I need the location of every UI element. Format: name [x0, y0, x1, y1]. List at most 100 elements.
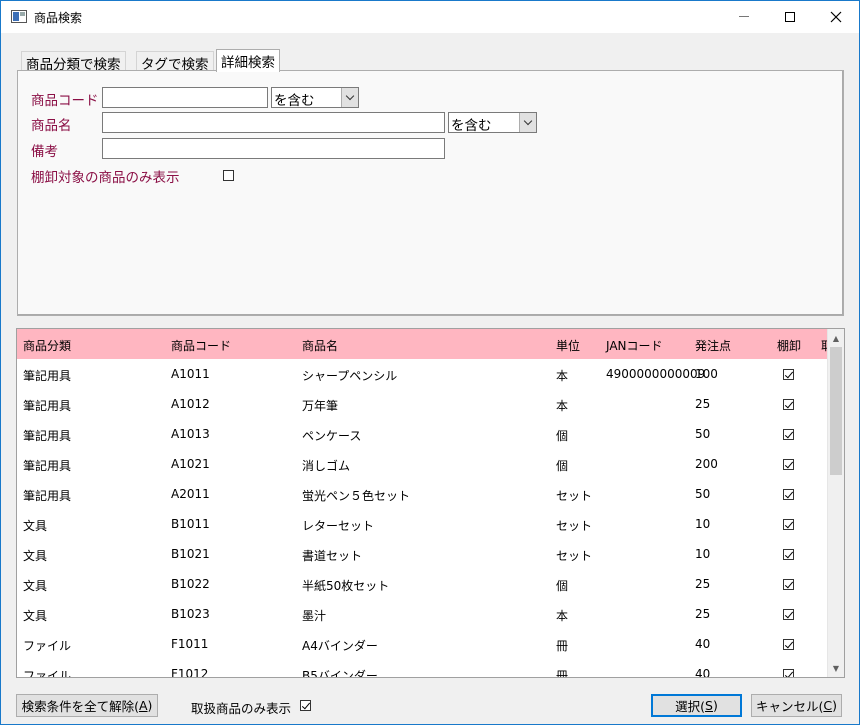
clear-conditions-button[interactable]: 検索条件を全て解除(A): [16, 694, 158, 717]
product-name-match-dropdown[interactable]: [519, 113, 536, 132]
handled-only-checkbox[interactable]: [300, 700, 311, 711]
cell-order-point: 40: [695, 637, 711, 651]
column-header-category[interactable]: 商品分類: [23, 337, 71, 354]
cell-inventory-checkbox[interactable]: [783, 369, 794, 380]
cell-inventory-checkbox[interactable]: [783, 639, 794, 650]
product-name-input[interactable]: [102, 112, 445, 133]
cell-name: 半紙50枚セット: [302, 579, 390, 593]
window-title: 商品検索: [34, 11, 83, 25]
cell-category: 筆記用具: [23, 369, 72, 383]
cell-order-point: 50: [695, 487, 711, 501]
product-name-label: 商品名: [31, 118, 72, 134]
cell-name: 消しゴム: [302, 459, 351, 473]
cell-inventory-checkbox[interactable]: [783, 609, 794, 620]
title-bar: 商品検索: [1, 1, 859, 33]
cell-code: A1012: [171, 397, 210, 411]
cell-order-point: 10: [695, 517, 711, 531]
cell-inventory-checkbox[interactable]: [783, 519, 794, 530]
scrollbar-thumb[interactable]: [830, 347, 842, 475]
minimize-icon: [739, 16, 749, 17]
product-code-input[interactable]: [102, 87, 268, 108]
cell-inventory-checkbox[interactable]: [783, 669, 794, 677]
product-code-match-select[interactable]: を含む: [271, 87, 359, 109]
cell-code: A2011: [171, 487, 210, 501]
cell-inventory-checkbox[interactable]: [783, 549, 794, 560]
detail-search-panel: 商品コード を含む 商品名 を含む 備考 棚卸対象の商品のみ表示: [17, 70, 844, 316]
table-row[interactable]: 文具 B1023 墨汁 本 25: [17, 599, 829, 629]
chevron-down-icon: [345, 91, 355, 101]
cell-name: 墨汁: [302, 609, 327, 623]
table-row[interactable]: 筆記用具 A1013 ペンケース 個 50: [17, 419, 829, 449]
chevron-down-icon: [523, 116, 533, 126]
column-header-unit[interactable]: 単位: [556, 337, 580, 354]
cell-code: B1011: [171, 517, 210, 531]
cell-inventory-checkbox[interactable]: [783, 399, 794, 410]
table-row[interactable]: 文具 B1022 半紙50枚セット 個 25: [17, 569, 829, 599]
cell-order-point: 25: [695, 577, 711, 591]
table-row[interactable]: ファイル F1011 A4バインダー 冊 40: [17, 629, 829, 659]
cell-unit: 冊: [556, 639, 569, 653]
cell-name: 書道セット: [302, 549, 363, 563]
cancel-key: C: [823, 698, 833, 713]
close-button[interactable]: [813, 1, 859, 32]
table-row[interactable]: 文具 B1021 書道セット セット 10: [17, 539, 829, 569]
maximize-icon: [785, 11, 795, 22]
clear-conditions-label: 検索条件を全て解除(: [21, 699, 139, 714]
table-row[interactable]: 文具 B1011 レターセット セット 10: [17, 509, 829, 539]
column-header-code[interactable]: 商品コード: [171, 337, 231, 354]
tab-tag-search[interactable]: タグで検索: [136, 51, 214, 73]
table-row[interactable]: 筆記用具 A1012 万年筆 本 25: [17, 389, 829, 419]
minimize-button[interactable]: [721, 1, 767, 32]
cell-unit: セット: [556, 489, 593, 503]
product-code-match-value: を含む: [274, 93, 315, 109]
cell-category: 文具: [23, 519, 48, 533]
cell-unit: セット: [556, 519, 593, 533]
select-key: S: [705, 698, 713, 713]
cell-unit: 個: [556, 579, 569, 593]
table-row[interactable]: 筆記用具 A1011 シャープペンシル 本 4900000000009 100: [17, 359, 829, 389]
product-name-match-select[interactable]: を含む: [448, 112, 537, 134]
inventory-only-label: 棚卸対象の商品のみ表示: [31, 170, 180, 186]
scroll-down-arrow-icon[interactable]: ▼: [828, 660, 844, 676]
clear-conditions-key: A: [138, 698, 148, 713]
cell-unit: 冊: [556, 669, 569, 678]
close-icon: [830, 11, 842, 22]
tab-category-search[interactable]: 商品分類で検索: [21, 51, 126, 73]
cancel-close: ): [832, 698, 837, 713]
column-header-order-point[interactable]: 発注点: [695, 337, 731, 354]
cell-order-point: 40: [695, 667, 711, 678]
cell-category: 筆記用具: [23, 459, 72, 473]
inventory-only-checkbox[interactable]: [223, 170, 234, 181]
column-header-inventory[interactable]: 棚卸: [777, 337, 801, 354]
cell-code: F1011: [171, 637, 209, 651]
cell-category: 文具: [23, 549, 48, 563]
cell-inventory-checkbox[interactable]: [783, 429, 794, 440]
cell-order-point: 200: [695, 457, 718, 471]
table-row[interactable]: ファイル F1012 B5バインダー 冊 40: [17, 659, 829, 678]
search-window: 商品検索 商品分類で検索 タグで検索 詳細検索 商品コード を含む 商品名 を含…: [0, 0, 860, 725]
vertical-scrollbar[interactable]: ▲ ▼: [827, 329, 844, 677]
table-row[interactable]: 筆記用具 A2011 蛍光ペン５色セット セット 50: [17, 479, 829, 509]
cancel-button[interactable]: キャンセル(C): [751, 694, 842, 717]
scroll-up-arrow-icon[interactable]: ▲: [828, 330, 844, 346]
column-header-name[interactable]: 商品名: [302, 337, 338, 354]
cell-category: 文具: [23, 579, 48, 593]
product-name-match-value: を含む: [451, 118, 492, 134]
cell-inventory-checkbox[interactable]: [783, 579, 794, 590]
grid-header: 商品分類 商品コード 商品名 単位 JANコード 発注点 棚卸 取: [17, 329, 833, 359]
note-input[interactable]: [102, 138, 445, 159]
handled-only-label: 取扱商品のみ表示: [191, 701, 292, 716]
maximize-button[interactable]: [767, 1, 813, 32]
column-header-jan[interactable]: JANコード: [606, 337, 663, 354]
select-close: ): [712, 698, 718, 713]
cell-name: ペンケース: [302, 429, 362, 443]
cell-order-point: 25: [695, 397, 711, 411]
select-button[interactable]: 選択(S): [651, 694, 742, 717]
tab-detail-search[interactable]: 詳細検索: [216, 49, 280, 72]
cell-category: 文具: [23, 609, 48, 623]
cell-order-point: 25: [695, 607, 711, 621]
cell-inventory-checkbox[interactable]: [783, 459, 794, 470]
product-code-match-dropdown[interactable]: [341, 88, 358, 107]
cell-inventory-checkbox[interactable]: [783, 489, 794, 500]
table-row[interactable]: 筆記用具 A1021 消しゴム 個 200: [17, 449, 829, 479]
